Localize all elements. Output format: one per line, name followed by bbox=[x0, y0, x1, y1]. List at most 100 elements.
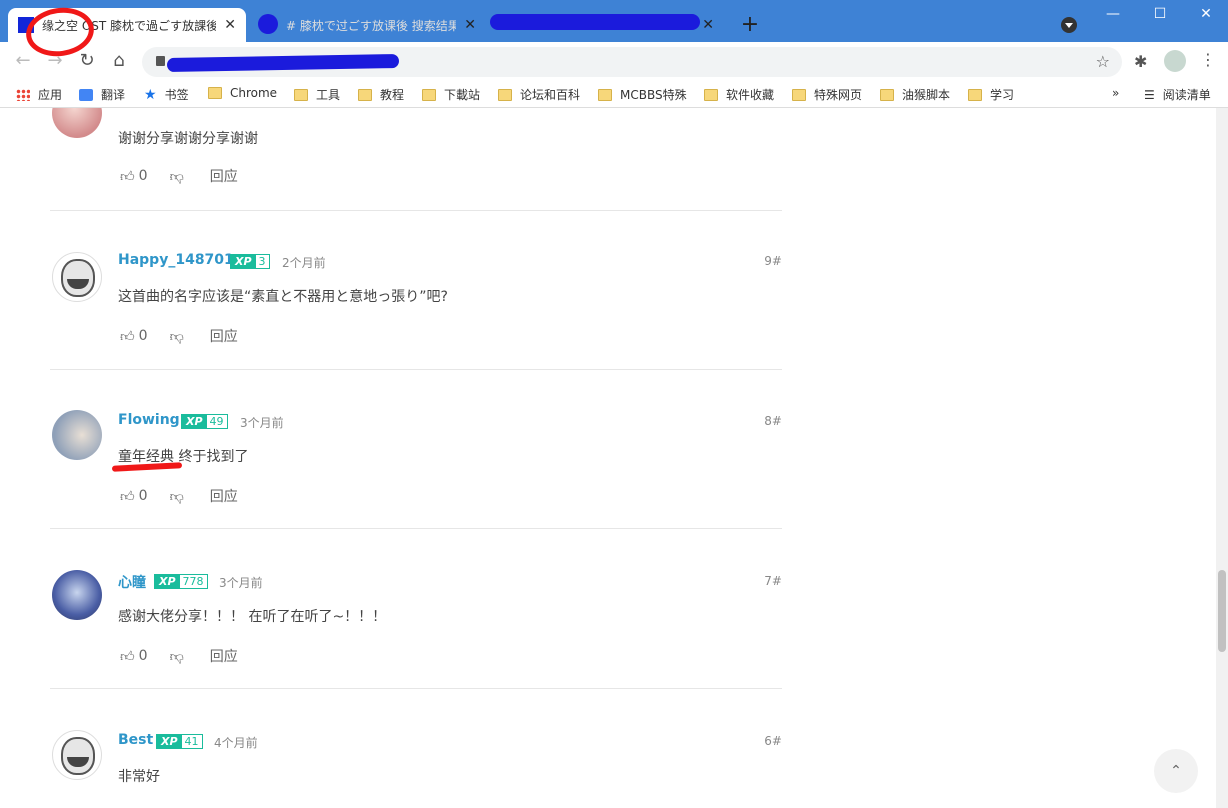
comment-actions: 👍︎ 0 👎︎ 回应 bbox=[120, 166, 238, 186]
thumbs-up-icon: 👍︎ bbox=[120, 648, 135, 665]
floor-number: 7# bbox=[764, 574, 782, 588]
bookmarks-overflow-button[interactable]: » bbox=[1112, 86, 1119, 100]
comment-item: Best XP 41 4个月前 6# 非常好 bbox=[50, 728, 782, 808]
avatar[interactable] bbox=[52, 410, 102, 460]
comment-text: 谢谢分享谢谢分享谢谢 bbox=[118, 131, 258, 147]
comment-time: 2个月前 bbox=[282, 256, 326, 270]
reply-button[interactable]: 回应 bbox=[210, 166, 238, 186]
like-button[interactable]: 👍︎ 0 bbox=[120, 168, 148, 185]
bookmark-folder-study[interactable]: 学习 bbox=[968, 86, 1014, 103]
bookmark-folder-tools[interactable]: 工具 bbox=[294, 86, 340, 103]
folder-icon bbox=[498, 88, 512, 101]
reading-list-button[interactable]: ☰ 阅读清单 bbox=[1144, 86, 1211, 103]
avatar[interactable] bbox=[52, 730, 102, 780]
bookmark-folder-download[interactable]: 下載站 bbox=[422, 86, 480, 103]
tab-close-icon[interactable]: ✕ bbox=[224, 17, 236, 33]
back-to-top-button[interactable]: ⌃ bbox=[1154, 749, 1198, 793]
browser-toolbar: ← → ↻ ⌂ ☆ ✱ ⋮ bbox=[0, 42, 1228, 80]
username[interactable]: Happy_148701 bbox=[118, 252, 234, 268]
divider bbox=[50, 210, 782, 211]
divider bbox=[50, 369, 782, 370]
bookmark-star-icon[interactable]: ☆ bbox=[1096, 52, 1110, 71]
divider bbox=[50, 688, 782, 689]
comment-text: 童年经典 终于找到了 bbox=[118, 449, 249, 465]
comment-time: 3个月前 bbox=[240, 416, 284, 430]
username[interactable]: Flowing bbox=[118, 412, 180, 428]
reply-button[interactable]: 回应 bbox=[210, 646, 238, 666]
folder-icon bbox=[422, 88, 436, 101]
bookmark-folder-forum[interactable]: 论坛和百科 bbox=[498, 86, 580, 103]
minimize-button[interactable]: — bbox=[1103, 6, 1123, 22]
xp-badge: XP 41 bbox=[156, 734, 203, 749]
divider bbox=[50, 528, 782, 529]
floor-number: 6# bbox=[764, 734, 782, 748]
meme-face-icon bbox=[61, 259, 95, 297]
comment-item: 心瞳 XP 778 3个月前 7# 感谢大佬分享！！！ 在听了在听了~！！！ 👍︎… bbox=[50, 568, 782, 688]
comment-item: Happy_148701 XP 3 2个月前 9# 这首曲的名字应该是“素直と不器… bbox=[50, 248, 782, 368]
thumbs-down-icon: 👎︎ bbox=[169, 488, 184, 505]
comment-actions: 👍︎ 0 👎︎ 回应 bbox=[120, 486, 238, 506]
thumbs-down-icon: 👎︎ bbox=[169, 168, 184, 185]
like-button[interactable]: 👍︎ 0 bbox=[120, 488, 148, 505]
username[interactable]: Best bbox=[118, 732, 153, 748]
xp-badge: XP 3 bbox=[230, 254, 270, 269]
tab-close-icon[interactable]: ✕ bbox=[702, 17, 714, 33]
tab-close-icon[interactable]: ✕ bbox=[464, 17, 476, 33]
thumbs-up-icon: 👍︎ bbox=[120, 328, 135, 345]
tab-search[interactable]: # 膝枕で过ごす放课後 搜索结果 ✕ bbox=[250, 8, 486, 42]
redaction-mark bbox=[166, 53, 400, 73]
address-bar[interactable]: ☆ bbox=[142, 47, 1122, 77]
bookmark-folder-tutorial[interactable]: 教程 bbox=[358, 86, 404, 103]
like-button[interactable]: 👍︎ 0 bbox=[120, 328, 148, 345]
folder-icon bbox=[358, 88, 372, 101]
folder-icon bbox=[208, 87, 222, 99]
bookmark-folder-mcbbs[interactable]: MCBBS特殊 bbox=[598, 86, 687, 103]
dislike-button[interactable]: 👎︎ bbox=[170, 168, 184, 185]
folder-icon bbox=[880, 88, 894, 101]
folder-icon bbox=[968, 88, 982, 101]
bookmark-folder-userscripts[interactable]: 油猴脚本 bbox=[880, 86, 950, 103]
folder-icon bbox=[704, 88, 718, 101]
apps-icon bbox=[16, 88, 30, 101]
folder-icon bbox=[598, 88, 612, 101]
maximize-button[interactable]: ☐ bbox=[1150, 6, 1170, 22]
avatar[interactable] bbox=[52, 108, 102, 138]
reload-button[interactable]: ↻ bbox=[76, 50, 98, 72]
scrollbar-thumb[interactable] bbox=[1218, 570, 1226, 652]
bookmark-folder-special[interactable]: 特殊网页 bbox=[792, 86, 862, 103]
page-scrollbar[interactable] bbox=[1216, 108, 1228, 808]
tab-title: # 膝枕で过ごす放课後 搜索结果 bbox=[286, 18, 457, 33]
comment-time: 3个月前 bbox=[219, 576, 263, 590]
extensions-icon[interactable]: ✱ bbox=[1134, 52, 1147, 71]
avatar[interactable] bbox=[52, 252, 102, 302]
back-button[interactable]: ← bbox=[12, 50, 34, 72]
folder-icon bbox=[294, 88, 308, 101]
star-icon: ★ bbox=[144, 86, 157, 103]
thumbs-down-icon: 👎︎ bbox=[169, 328, 184, 345]
bookmark-apps[interactable]: 应用 bbox=[16, 86, 62, 103]
comment-time: 4个月前 bbox=[214, 736, 258, 750]
profile-avatar[interactable] bbox=[1164, 50, 1186, 72]
comment-text: 感谢大佬分享！！！ 在听了在听了~！！！ bbox=[118, 609, 387, 625]
close-window-button[interactable]: ✕ bbox=[1196, 6, 1216, 22]
browser-menu-icon[interactable]: ⋮ bbox=[1200, 50, 1216, 69]
dislike-button[interactable]: 👎︎ bbox=[170, 328, 184, 345]
bookmark-bookmarks[interactable]: ★ 书签 bbox=[144, 86, 189, 103]
dislike-button[interactable]: 👎︎ bbox=[170, 648, 184, 665]
avatar[interactable] bbox=[52, 570, 102, 620]
username[interactable]: 心瞳 bbox=[118, 572, 146, 592]
bookmark-folder-chrome[interactable]: Chrome bbox=[208, 86, 277, 100]
dislike-button[interactable]: 👎︎ bbox=[170, 488, 184, 505]
reply-button[interactable]: 回应 bbox=[210, 486, 238, 506]
bookmark-folder-software[interactable]: 软件收藏 bbox=[704, 86, 774, 103]
bookmark-translate[interactable]: 翻译 bbox=[79, 86, 125, 103]
reply-button[interactable]: 回应 bbox=[210, 326, 238, 346]
tab-search-icon[interactable] bbox=[1061, 17, 1077, 33]
new-tab-button[interactable]: + bbox=[738, 12, 762, 37]
like-button[interactable]: 👍︎ 0 bbox=[120, 648, 148, 665]
floor-number: 9# bbox=[764, 254, 782, 268]
home-button[interactable]: ⌂ bbox=[108, 50, 130, 72]
floor-number: 8# bbox=[764, 414, 782, 428]
lock-icon bbox=[156, 56, 165, 66]
translate-icon bbox=[79, 88, 93, 101]
